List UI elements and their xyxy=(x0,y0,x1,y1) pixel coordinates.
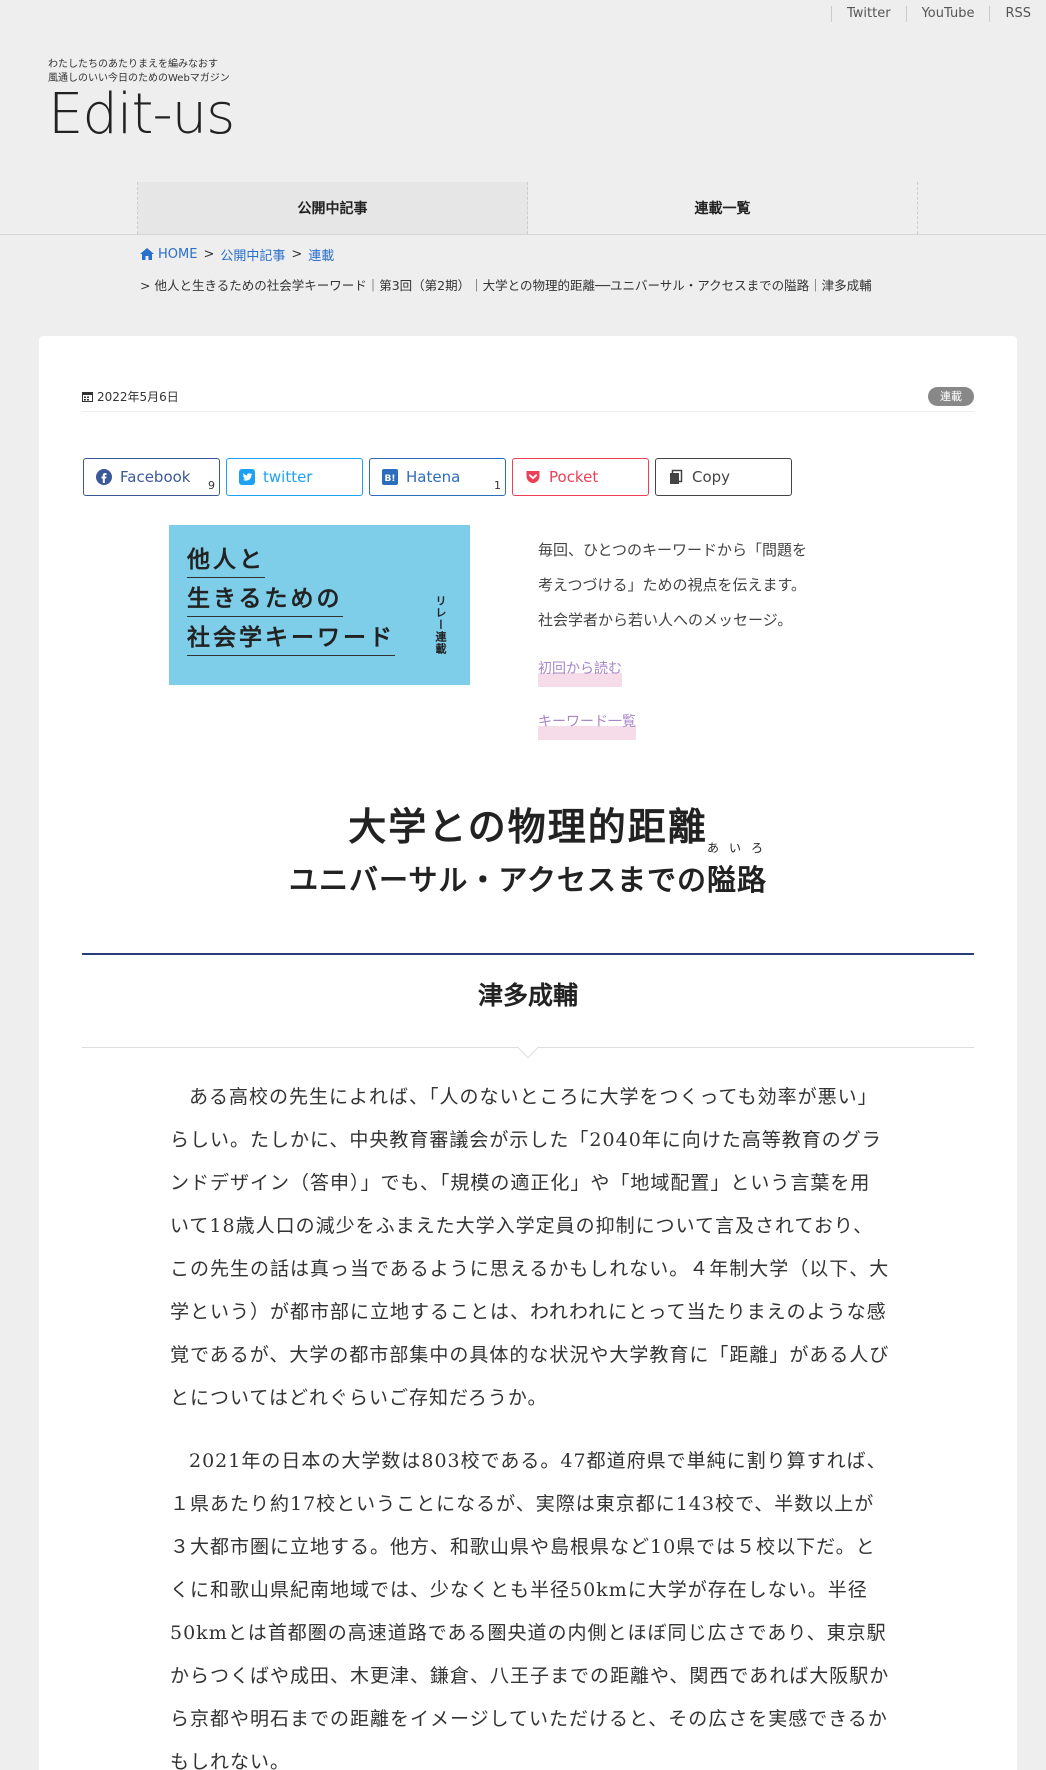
twitter-label: twitter xyxy=(263,468,313,486)
hatena-label: Hatena xyxy=(406,468,461,486)
facebook-count: 9 xyxy=(208,479,215,492)
hatena-count: 1 xyxy=(494,479,501,492)
banner-line-2: 生きるための xyxy=(187,582,343,617)
rss-link[interactable]: RSS xyxy=(989,6,1046,22)
nav-item-series-list[interactable]: 連載一覧 xyxy=(528,182,918,234)
breadcrumb-articles[interactable]: 公開中記事 xyxy=(220,245,285,264)
article-card: 2022年5月6日 連載 Facebook 9 twitter B! Haten… xyxy=(39,336,1017,1770)
pocket-share-button[interactable]: Pocket xyxy=(512,458,649,496)
article-meta: 2022年5月6日 連載 xyxy=(82,382,974,412)
facebook-share-button[interactable]: Facebook 9 xyxy=(83,458,220,496)
twitter-share-button[interactable]: twitter xyxy=(226,458,363,496)
logo-tagline-1: わたしたちのあたりまえを編みなおす xyxy=(48,59,218,70)
copy-link-button[interactable]: Copy xyxy=(655,458,792,496)
post-date-text: 2022年5月6日 xyxy=(97,390,179,404)
copy-icon xyxy=(670,469,683,484)
logo-wordmark: Edit-us xyxy=(48,82,235,147)
breadcrumb: HOME > 公開中記事 > 連載 > 他人と生きるための社会学キーワード｜第3… xyxy=(140,245,872,294)
twitter-link[interactable]: Twitter xyxy=(831,6,906,22)
breadcrumb-series[interactable]: 連載 xyxy=(308,245,334,264)
copy-label: Copy xyxy=(692,468,731,486)
nav-divider xyxy=(0,234,1046,235)
article-title-sub: ユニバーサル・アクセスまでの隘路 xyxy=(289,863,767,897)
site-logo[interactable]: わたしたちのあたりまえを編みなおす 風通しのいい今日のためのWebマガジン Ed… xyxy=(48,58,235,147)
article-title-sub-wrap: あいろ ユニバーサル・アクセスまでの隘路 xyxy=(39,841,1017,899)
breadcrumb-current: > 他人と生きるための社会学キーワード｜第3回（第2期）｜大学との物理的距離──… xyxy=(140,278,872,293)
facebook-icon xyxy=(96,469,112,485)
svg-text:B!: B! xyxy=(385,474,396,484)
nav-item-articles[interactable]: 公開中記事 xyxy=(138,182,528,234)
article-title-main: 大学との物理的距離 xyxy=(348,805,708,849)
banner-line-3: 社会学キーワード xyxy=(187,621,395,656)
top-links: Twitter YouTube RSS xyxy=(831,0,1046,28)
body-paragraph: 2021年の日本の大学数は803校である。47都道府県で単純に割り算すれば、１県… xyxy=(170,1450,890,1770)
category-badge[interactable]: 連載 xyxy=(928,387,974,406)
title-ruby: あいろ xyxy=(707,841,774,855)
share-buttons: Facebook 9 twitter B! Hatena 1 Pocket Co… xyxy=(83,458,792,496)
intro-line-1: 毎回、ひとつのキーワードから「問題を xyxy=(538,541,807,559)
breadcrumb-home[interactable]: HOME xyxy=(140,247,197,262)
pocket-icon xyxy=(526,471,540,483)
read-from-first-link[interactable]: 初回から読む xyxy=(538,652,622,687)
breadcrumb-home-label: HOME xyxy=(158,246,198,262)
intro-line-3: 社会学者から若い人へのメッセージ。 xyxy=(538,611,793,629)
post-date: 2022年5月6日 xyxy=(82,388,179,405)
author-name: 津多成輔 xyxy=(477,981,578,1010)
intro-line-2: 考えつづける」ための視点を伝えます。 xyxy=(538,576,807,594)
divider-notch xyxy=(516,1035,540,1059)
banner-line-1: 他人と xyxy=(187,543,265,578)
banner-vertical-label: リレー連載 xyxy=(434,595,447,655)
breadcrumb-separator: > xyxy=(203,246,215,262)
series-banner[interactable]: 他人と 生きるための 社会学キーワード リレー連載 xyxy=(169,525,470,685)
breadcrumb-separator: > xyxy=(291,246,303,262)
home-icon xyxy=(140,248,154,260)
hatena-icon: B! xyxy=(382,469,398,485)
series-intro: 毎回、ひとつのキーワードから「問題を 考えつづける」ための視点を伝えます。 社会… xyxy=(538,533,807,740)
keyword-list-link[interactable]: キーワード一覧 xyxy=(538,705,636,740)
article-body: ある高校の先生によれば、「人のないところに大学をつくっても効率が悪い」らしい。た… xyxy=(170,1076,890,1770)
youtube-link[interactable]: YouTube xyxy=(905,6,990,22)
global-nav: 公開中記事 連載一覧 xyxy=(137,182,918,234)
article-title: 大学との物理的距離 あいろ ユニバーサル・アクセスまでの隘路 xyxy=(39,796,1017,899)
title-divider xyxy=(82,953,974,955)
hatena-share-button[interactable]: B! Hatena 1 xyxy=(369,458,506,496)
body-paragraph: ある高校の先生によれば、「人のないところに大学をつくっても効率が悪い」らしい。た… xyxy=(170,1086,890,1409)
pocket-label: Pocket xyxy=(549,468,599,486)
twitter-icon xyxy=(239,469,255,485)
calendar-icon xyxy=(82,392,93,402)
facebook-label: Facebook xyxy=(120,468,191,486)
